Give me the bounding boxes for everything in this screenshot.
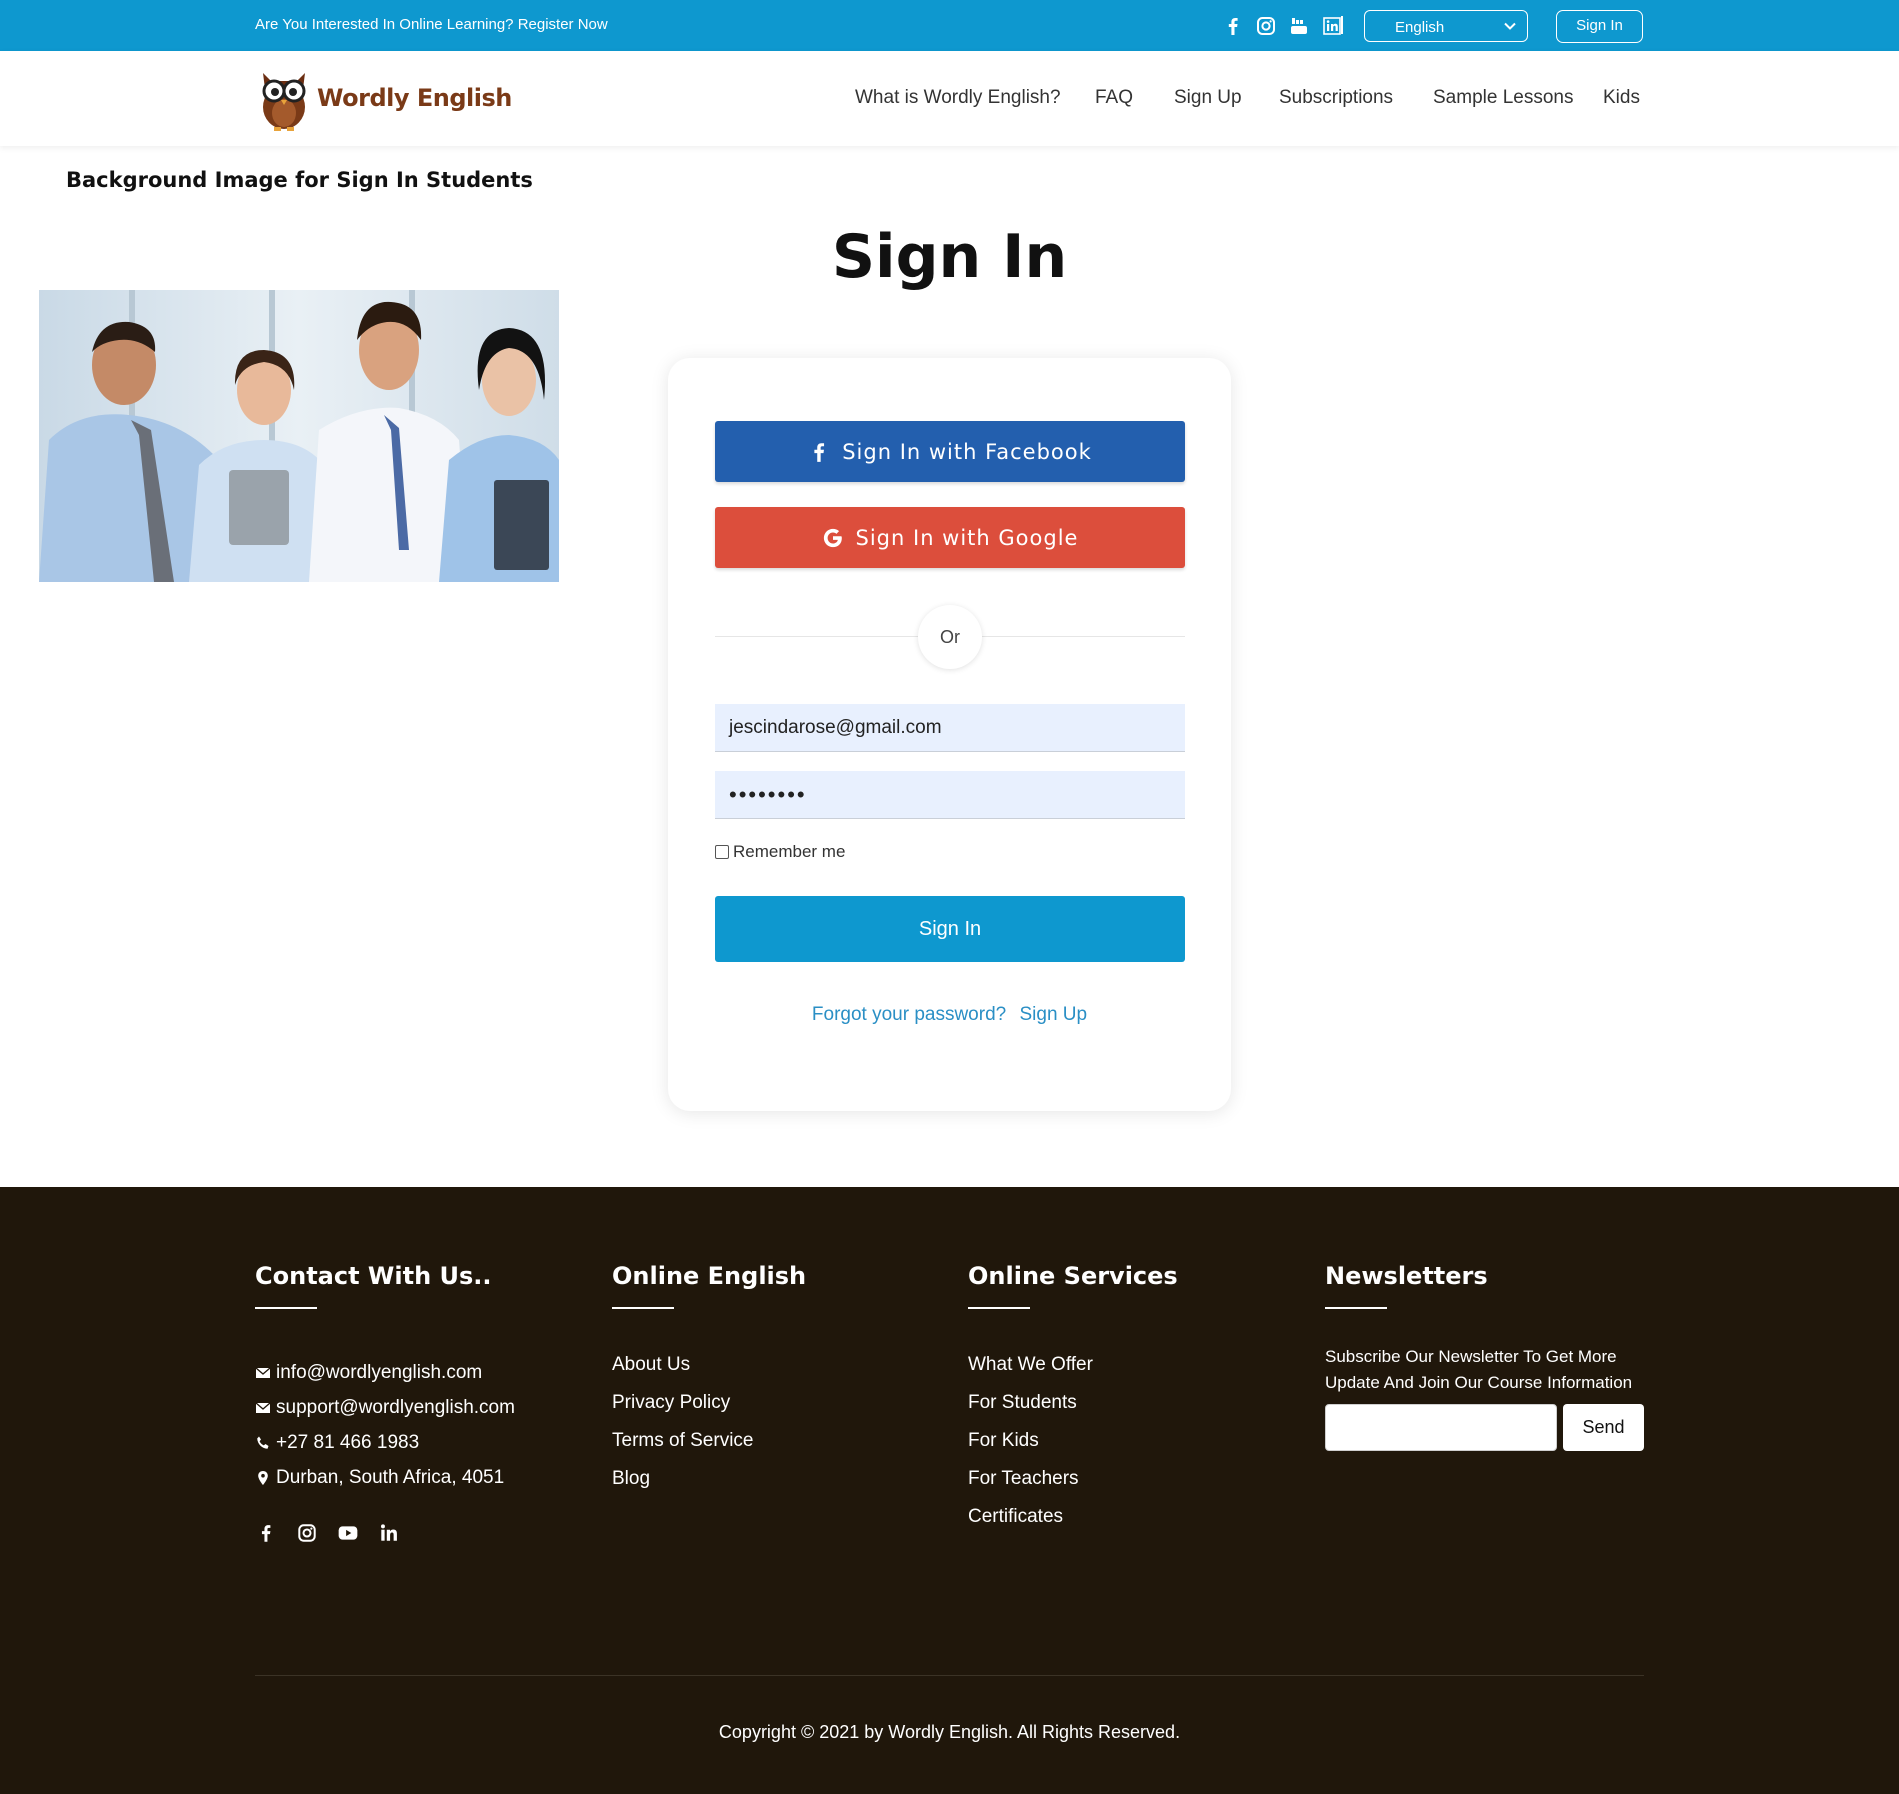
- youtube-icon[interactable]: [1289, 16, 1309, 36]
- or-separator: Or: [918, 605, 982, 669]
- nav-item-what-is[interactable]: What is Wordly English?: [855, 87, 1061, 109]
- signup-link[interactable]: Sign Up: [1020, 1004, 1088, 1025]
- footer-email-1-text: info@wordlyenglish.com: [276, 1362, 483, 1383]
- footer-link-what-we-offer[interactable]: What We Offer: [968, 1354, 1093, 1376]
- facebook-signin-button[interactable]: Sign In with Facebook: [715, 421, 1185, 482]
- divider: [612, 1307, 674, 1309]
- google-icon: [823, 528, 842, 547]
- main-header: Wordly English What is Wordly English? F…: [0, 51, 1899, 146]
- envelope-icon: [255, 1402, 271, 1413]
- footer-online-english-column: Online English About Us Privacy Policy T…: [612, 1262, 912, 1542]
- footer-contact-title: Contact With Us..: [255, 1262, 492, 1290]
- remember-me-checkbox[interactable]: [715, 845, 729, 859]
- youtube-icon[interactable]: [337, 1522, 359, 1544]
- google-signin-label: Sign In with Google: [855, 525, 1079, 550]
- register-promo-link[interactable]: Are You Interested In Online Learning? R…: [255, 16, 608, 33]
- instagram-icon[interactable]: [296, 1522, 318, 1544]
- footer-email-2-text: support@wordlyenglish.com: [276, 1397, 515, 1418]
- footer-link-certificates[interactable]: Certificates: [968, 1506, 1063, 1528]
- footer-contact-column: Contact With Us.. info@wordlyenglish.com…: [255, 1262, 585, 1542]
- nav-item-sign-up[interactable]: Sign Up: [1174, 87, 1242, 109]
- newsletter-description: Subscribe Our Newsletter To Get More Upd…: [1325, 1347, 1633, 1392]
- footer-phone[interactable]: +27 81 466 1983: [255, 1432, 419, 1454]
- facebook-icon: [814, 442, 825, 462]
- language-value: English: [1395, 19, 1445, 36]
- footer-link-terms-of-service[interactable]: Terms of Service: [612, 1430, 753, 1452]
- email-field[interactable]: jescindarose@gmail.com: [715, 704, 1185, 752]
- chevron-down-icon: [1504, 22, 1516, 30]
- remember-me[interactable]: Remember me: [715, 842, 845, 862]
- page-title: Sign In: [831, 222, 1068, 292]
- linkedin-icon[interactable]: [1322, 16, 1342, 36]
- footer-address: Durban, South Africa, 4051: [255, 1467, 504, 1489]
- phone-icon: [257, 1436, 269, 1449]
- footer-online-english-title: Online English: [612, 1262, 807, 1290]
- top-signin-button[interactable]: Sign In: [1556, 10, 1643, 43]
- password-field[interactable]: ••••••••: [715, 771, 1185, 819]
- divider: [1341, 16, 1343, 34]
- footer-link-privacy-policy[interactable]: Privacy Policy: [612, 1392, 730, 1414]
- background-image-caption: Background Image for Sign In Students: [66, 168, 533, 192]
- instagram-icon[interactable]: [1256, 16, 1276, 36]
- forgot-password-link[interactable]: Forgot your password?: [812, 1004, 1006, 1025]
- divider: [1325, 1307, 1387, 1309]
- divider: [968, 1307, 1030, 1309]
- owl-logo-icon: [262, 73, 306, 131]
- facebook-icon[interactable]: [1223, 16, 1243, 36]
- copyright-text: Copyright © 2021 by Wordly English. All …: [718, 1722, 1181, 1742]
- nav-item-subscriptions[interactable]: Subscriptions: [1279, 87, 1393, 109]
- students-photo: [39, 290, 559, 582]
- top-social-links: [1223, 16, 1342, 36]
- footer-link-for-kids[interactable]: For Kids: [968, 1430, 1039, 1452]
- footer-online-services-column: Online Services What We Offer For Studen…: [968, 1262, 1268, 1552]
- signin-card: Sign In with Facebook Sign In with Googl…: [668, 358, 1231, 1111]
- divider: [255, 1675, 1644, 1676]
- footer-online-services-title: Online Services: [968, 1262, 1178, 1290]
- facebook-icon[interactable]: [255, 1522, 277, 1544]
- nav-item-kids[interactable]: Kids: [1603, 87, 1640, 109]
- logo-text: Wordly English: [317, 84, 512, 112]
- newsletter-email-input[interactable]: [1325, 1404, 1557, 1451]
- divider: [255, 1307, 317, 1309]
- footer-address-text: Durban, South Africa, 4051: [276, 1467, 505, 1488]
- footer-link-about-us[interactable]: About Us: [612, 1354, 690, 1376]
- linkedin-icon[interactable]: [378, 1522, 400, 1544]
- footer-phone-text: +27 81 466 1983: [276, 1432, 420, 1453]
- footer-newsletters-column: Newsletters Subscribe Our Newsletter To …: [1325, 1262, 1655, 1462]
- footer-email-2[interactable]: support@wordlyenglish.com: [255, 1397, 515, 1419]
- logo[interactable]: Wordly English: [255, 63, 512, 133]
- signin-submit-button[interactable]: Sign In: [715, 896, 1185, 962]
- newsletter-send-button[interactable]: Send: [1563, 1404, 1644, 1451]
- language-select[interactable]: English: [1364, 10, 1528, 42]
- nav-item-sample-lessons[interactable]: Sample Lessons: [1433, 87, 1573, 109]
- map-pin-icon: [258, 1471, 268, 1485]
- top-bar: Are You Interested In Online Learning? R…: [0, 0, 1899, 51]
- footer-link-for-teachers[interactable]: For Teachers: [968, 1468, 1079, 1490]
- facebook-signin-label: Sign In with Facebook: [842, 439, 1092, 464]
- google-signin-button[interactable]: Sign In with Google: [715, 507, 1185, 568]
- footer-link-for-students[interactable]: For Students: [968, 1392, 1077, 1414]
- envelope-icon: [255, 1367, 271, 1378]
- footer-link-blog[interactable]: Blog: [612, 1468, 650, 1490]
- footer-newsletters-title: Newsletters: [1325, 1262, 1488, 1290]
- card-links: Forgot your password? Sign Up: [668, 1004, 1231, 1026]
- footer-social-links: [255, 1522, 400, 1544]
- footer-email-1[interactable]: info@wordlyenglish.com: [255, 1362, 482, 1384]
- remember-me-label: Remember me: [733, 842, 846, 861]
- footer: Contact With Us.. info@wordlyenglish.com…: [0, 1187, 1899, 1794]
- nav-item-faq[interactable]: FAQ: [1095, 87, 1133, 109]
